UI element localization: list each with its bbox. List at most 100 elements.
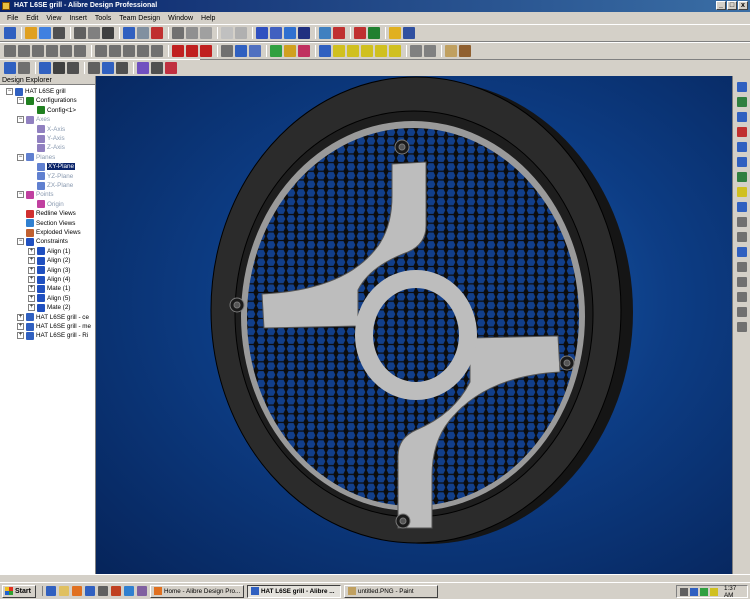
feature-toolbar-button-27[interactable] [410, 45, 422, 57]
tree-node[interactable]: X-Axis [28, 125, 65, 134]
right-tool-button-11[interactable] [736, 232, 747, 242]
tree-node[interactable]: + Mate (2) [28, 303, 70, 312]
quick-launch-icon-4[interactable] [85, 586, 95, 596]
feature-toolbar-button-20[interactable] [298, 45, 310, 57]
tree-node[interactable]: ZX-Plane [28, 181, 73, 190]
minimize-button[interactable]: _ [716, 1, 726, 10]
taskbar-button[interactable]: untitled.PNG - Paint [344, 584, 438, 598]
tree-node[interactable]: Y-Axis [28, 134, 65, 143]
quick-launch-icon-8[interactable] [137, 586, 147, 596]
close-button[interactable]: x [738, 1, 748, 10]
standard-toolbar-button-21[interactable] [333, 27, 345, 39]
right-tool-button-15[interactable] [736, 292, 747, 302]
feature-toolbar-button-10[interactable] [137, 45, 149, 57]
tree-node[interactable]: + Align (1) [28, 247, 70, 256]
right-tool-button-3[interactable] [736, 112, 747, 122]
maximize-button[interactable]: □ [727, 1, 737, 10]
quick-launch-icon-2[interactable] [59, 586, 69, 596]
tree-node[interactable]: Origin [28, 200, 64, 209]
menu-help[interactable]: Help [197, 15, 219, 22]
right-tool-button-13[interactable] [736, 262, 747, 272]
menu-tools[interactable]: Tools [91, 15, 115, 22]
collapse-toggle[interactable]: − [17, 116, 24, 124]
network-icon[interactable] [680, 587, 688, 596]
right-tool-button-9[interactable] [736, 202, 747, 212]
standard-toolbar-button-17[interactable] [270, 27, 282, 39]
right-tool-button-2[interactable] [736, 97, 747, 107]
standard-toolbar-button-19[interactable] [298, 27, 310, 39]
feature-toolbar-button-26[interactable] [389, 45, 401, 57]
feature-toolbar-button-2[interactable] [18, 45, 30, 57]
feature-toolbar-button-24[interactable] [361, 45, 373, 57]
feature-toolbar-button-7[interactable] [95, 45, 107, 57]
view-toolbar-button-3[interactable] [39, 62, 51, 74]
feature-toolbar-button-13[interactable] [186, 45, 198, 57]
clock[interactable]: 1:37 AM [724, 585, 747, 599]
expand-toggle[interactable]: + [28, 304, 35, 312]
menu-window[interactable]: Window [164, 15, 197, 22]
feature-toolbar-button-21[interactable] [319, 45, 331, 57]
tree-node[interactable]: Redline Views [17, 209, 76, 218]
right-tool-button-5[interactable] [736, 142, 747, 152]
tree-node[interactable]: Section Views [17, 219, 75, 228]
tree-node[interactable]: + Align (3) [28, 266, 70, 275]
quick-launch-icon-1[interactable] [46, 586, 56, 596]
menu-team-design[interactable]: Team Design [115, 15, 164, 22]
tree-node[interactable]: Exploded Views [17, 228, 81, 237]
start-button[interactable]: Start [2, 584, 36, 598]
view-toolbar-button-8[interactable] [116, 62, 128, 74]
collapse-toggle[interactable]: − [17, 153, 24, 161]
expand-toggle[interactable]: + [28, 294, 35, 302]
standard-toolbar-button-11[interactable] [172, 27, 184, 39]
right-tool-button-12[interactable] [736, 247, 747, 257]
menu-file[interactable]: File [3, 15, 22, 22]
feature-toolbar-button-12[interactable] [172, 45, 184, 57]
tree-node[interactable]: + Mate (1) [28, 284, 70, 293]
view-toolbar-button-5[interactable] [67, 62, 79, 74]
quick-launch-icon-7[interactable] [124, 586, 134, 596]
standard-toolbar-button-23[interactable] [368, 27, 380, 39]
feature-toolbar-button-17[interactable] [249, 45, 261, 57]
tree-node[interactable]: − HAT L6SE grill [6, 87, 66, 96]
standard-toolbar-button-13[interactable] [200, 27, 212, 39]
collapse-toggle[interactable]: − [17, 238, 24, 246]
taskbar-button[interactable]: HAT L6SE grill - Alibre ... [247, 584, 341, 598]
feature-toolbar-button-22[interactable] [333, 45, 345, 57]
right-tool-button-7[interactable] [736, 172, 747, 182]
feature-toolbar-button-5[interactable] [60, 45, 72, 57]
tree-node[interactable]: + Align (2) [28, 256, 70, 265]
standard-toolbar-button-16[interactable] [256, 27, 268, 39]
tree-node[interactable]: + Align (4) [28, 275, 70, 284]
tree-node[interactable]: + HAT L6SE grill - Ri [17, 331, 88, 340]
expand-toggle[interactable]: + [28, 257, 35, 265]
standard-toolbar-button-2[interactable] [25, 27, 37, 39]
feature-toolbar-button-6[interactable] [74, 45, 86, 57]
tree-node[interactable]: Z-Axis [28, 143, 65, 152]
standard-toolbar-button-12[interactable] [186, 27, 198, 39]
collapse-toggle[interactable]: − [6, 88, 13, 95]
standard-toolbar-button-9[interactable] [137, 27, 149, 39]
view-toolbar-button-7[interactable] [102, 62, 114, 74]
3d-viewport[interactable] [96, 76, 732, 574]
expand-toggle[interactable]: + [28, 266, 35, 274]
tree-node[interactable]: − Constraints [17, 237, 68, 246]
view-toolbar-button-2[interactable] [18, 62, 30, 74]
standard-toolbar-button-10[interactable] [151, 27, 163, 39]
tree-node[interactable]: − Axes [17, 115, 50, 124]
feature-toolbar-button-9[interactable] [123, 45, 135, 57]
quick-launch-icon-6[interactable] [111, 586, 121, 596]
menu-insert[interactable]: Insert [65, 15, 91, 22]
feature-toolbar-button-8[interactable] [109, 45, 121, 57]
feature-toolbar-button-4[interactable] [46, 45, 58, 57]
right-tool-button-8[interactable] [736, 187, 747, 197]
feature-toolbar-button-19[interactable] [284, 45, 296, 57]
expand-toggle[interactable]: + [17, 313, 24, 321]
standard-toolbar-button-22[interactable] [354, 27, 366, 39]
feature-toolbar-button-28[interactable] [424, 45, 436, 57]
right-tool-button-1[interactable] [736, 82, 747, 92]
standard-toolbar-button-5[interactable] [74, 27, 86, 39]
standard-toolbar-button-15[interactable] [235, 27, 247, 39]
standard-toolbar-button-24[interactable] [389, 27, 401, 39]
tree-node[interactable]: + Align (5) [28, 294, 70, 303]
feature-toolbar-button-16[interactable] [235, 45, 247, 57]
